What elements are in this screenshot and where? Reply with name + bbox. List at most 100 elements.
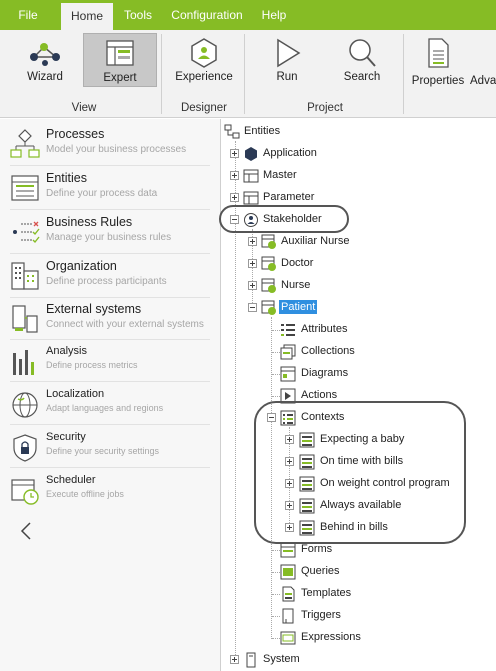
advanced-label: Adva	[470, 75, 496, 87]
properties-button[interactable]: Properties	[407, 33, 469, 87]
expand-toggle[interactable]	[230, 171, 239, 180]
nav-external-systems[interactable]: External systems Connect with your exter…	[0, 302, 220, 338]
nav-separator	[10, 209, 210, 210]
ribbon-separator	[244, 34, 245, 114]
nav-separator	[10, 165, 210, 166]
nav-title: Scheduler	[46, 474, 96, 486]
tree-connector	[272, 374, 280, 375]
nav-organization[interactable]: Organization Define process participants	[0, 259, 220, 295]
highlight-annotation	[254, 401, 466, 544]
nav-separator	[10, 297, 210, 298]
tree-node-nurse[interactable]: Nurse	[222, 276, 492, 296]
experience-label: Experience	[175, 71, 233, 83]
tree-connector	[272, 396, 280, 397]
tree-connector	[272, 616, 280, 617]
expand-toggle[interactable]	[230, 193, 239, 202]
tree-node-application[interactable]: Application	[222, 144, 492, 164]
expert-button[interactable]: Expert	[83, 33, 157, 87]
collapse-toggle[interactable]	[248, 303, 257, 312]
tree-label: Expressions	[301, 631, 361, 643]
expressions-icon	[280, 631, 296, 645]
entity-tree: Entities Application Master Parameter St…	[222, 119, 496, 671]
tree-label: Queries	[301, 565, 340, 577]
menu-configuration[interactable]: Configuration	[166, 0, 248, 30]
document-icon	[428, 38, 449, 68]
advanced-button[interactable]: Adva	[470, 33, 496, 87]
expand-toggle[interactable]	[248, 281, 257, 290]
tree-node-triggers[interactable]: Triggers	[222, 606, 492, 626]
calendar-clock-icon	[11, 479, 39, 505]
nav-security[interactable]: Security Define your security settings	[0, 431, 220, 465]
nav-subtitle: Define process metrics	[46, 360, 138, 370]
entity-table-icon	[261, 256, 276, 271]
table-icon	[243, 169, 259, 183]
nav-separator	[10, 424, 210, 425]
tree-connector	[272, 550, 280, 551]
menu-tools[interactable]: Tools	[116, 0, 160, 30]
expand-toggle[interactable]	[230, 149, 239, 158]
tree-node-collections[interactable]: Collections	[222, 342, 492, 362]
properties-label: Properties	[411, 75, 465, 87]
system-icon	[246, 652, 256, 668]
expand-toggle[interactable]	[248, 237, 257, 246]
nav-separator	[10, 253, 210, 254]
tree-node-doctor[interactable]: Doctor	[222, 254, 492, 274]
expand-toggle[interactable]	[248, 259, 257, 268]
tree-node-system[interactable]: System	[222, 650, 492, 670]
wizard-button[interactable]: Wizard	[10, 33, 80, 87]
nav-processes[interactable]: Processes Model your business processes	[0, 127, 220, 163]
triggers-icon	[282, 608, 294, 624]
entities-icon	[11, 175, 39, 201]
nav-separator	[10, 381, 210, 382]
nav-scheduler[interactable]: Scheduler Execute offline jobs	[0, 474, 220, 508]
highlight-annotation	[219, 205, 349, 233]
tree-node-diagrams[interactable]: Diagrams	[222, 364, 492, 384]
tree-node-queries[interactable]: Queries	[222, 562, 492, 582]
expand-toggle[interactable]	[230, 655, 239, 664]
chevron-left-icon[interactable]	[18, 521, 34, 541]
nav-business-rules[interactable]: Business Rules Manage your business rule…	[0, 215, 220, 251]
nav-localization[interactable]: Localization Adapt languages and regions	[0, 388, 220, 422]
menu-home[interactable]: Home	[61, 3, 113, 30]
tree-label: Nurse	[281, 279, 311, 291]
tree-node-entities[interactable]: Entities	[222, 122, 492, 142]
search-label: Search	[343, 71, 381, 83]
search-button[interactable]: Search	[327, 33, 397, 87]
ribbon-separator	[403, 34, 404, 114]
analysis-chart-icon	[13, 350, 34, 375]
business-rules-icon	[13, 221, 40, 244]
entities-tree-icon	[224, 124, 240, 139]
nav-subtitle: Model your business processes	[46, 144, 187, 155]
group-designer: Designer	[180, 102, 228, 114]
run-button[interactable]: Run	[252, 33, 322, 87]
nav-title: External systems	[46, 302, 142, 316]
nav-analysis[interactable]: Analysis Define process metrics	[0, 345, 220, 379]
expert-label: Expert	[103, 72, 137, 84]
nav-entities[interactable]: Entities Define your process data	[0, 171, 220, 207]
tree-node-auxiliar-nurse[interactable]: Auxiliar Nurse	[222, 232, 492, 252]
tree-node-patient[interactable]: Patient	[222, 298, 492, 318]
group-project: Project	[307, 102, 343, 114]
tree-node-expressions[interactable]: Expressions	[222, 628, 492, 648]
entity-table-icon	[261, 300, 276, 315]
menu-file[interactable]: File	[8, 0, 48, 30]
tree-node-attributes[interactable]: Attributes	[222, 320, 492, 340]
tree-connector	[272, 638, 280, 639]
tree-node-master[interactable]: Master	[222, 166, 492, 186]
collections-icon	[280, 344, 296, 360]
experience-button[interactable]: Experience	[168, 33, 240, 87]
nav-subtitle: Manage your business rules	[46, 232, 172, 243]
menu-help[interactable]: Help	[254, 0, 294, 30]
templates-icon	[282, 586, 295, 602]
tree-label: Collections	[301, 345, 355, 357]
tree-label: Parameter	[263, 191, 315, 203]
nav-separator	[10, 467, 210, 468]
tree-label: Attributes	[301, 323, 348, 335]
tree-label: Actions	[301, 389, 338, 401]
tree-label: System	[263, 653, 300, 665]
attributes-list-icon	[281, 324, 295, 336]
tree-node-templates[interactable]: Templates	[222, 584, 492, 604]
ribbon: Wizard Expert Experience Run Search Prop…	[0, 30, 496, 118]
ribbon-separator	[161, 34, 162, 114]
nav-subtitle: Define your process data	[46, 188, 158, 199]
